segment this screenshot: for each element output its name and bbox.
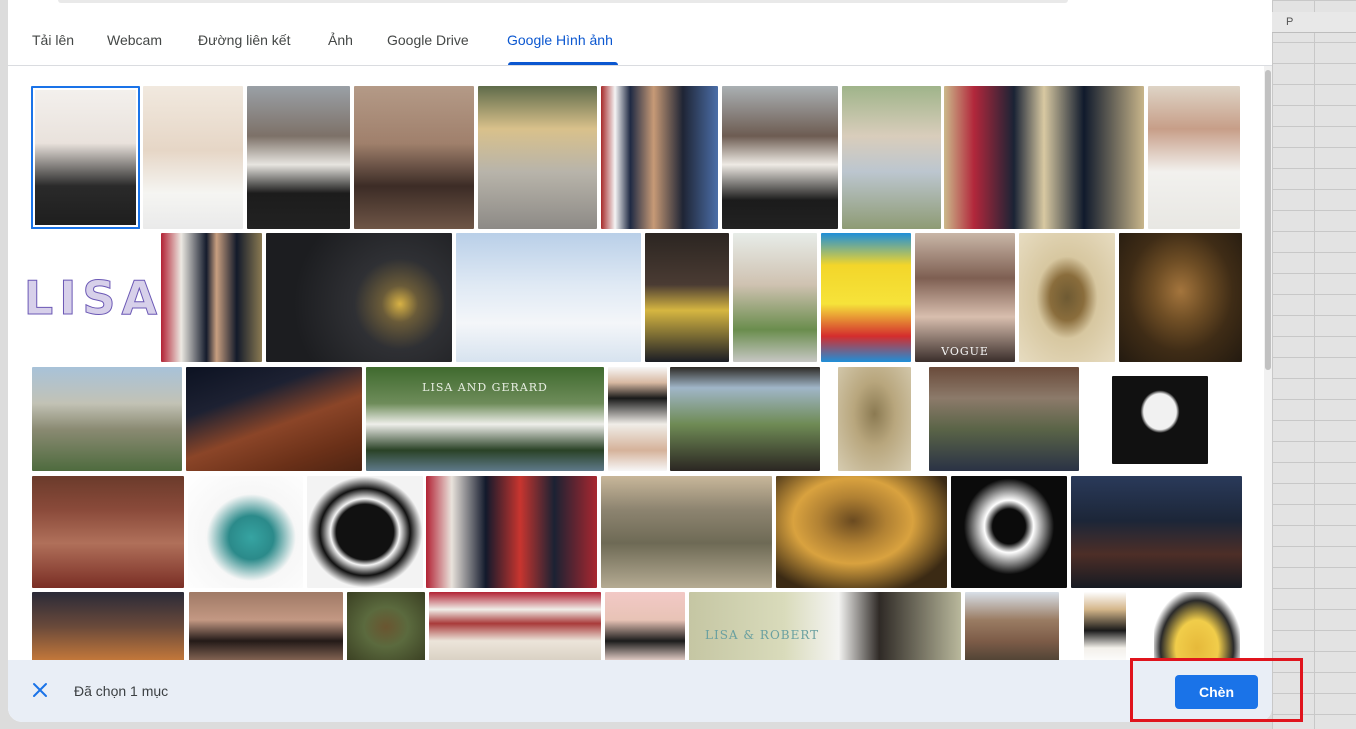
- active-tab-indicator: [508, 62, 618, 65]
- image-result-34[interactable]: [776, 476, 947, 588]
- image-result-15[interactable]: [645, 233, 729, 362]
- image-result-27[interactable]: [929, 367, 1079, 471]
- tab-photos[interactable]: Ảnh: [328, 32, 353, 48]
- column-label-p: P: [1286, 16, 1294, 28]
- image-result-20[interactable]: [1119, 233, 1242, 362]
- image-result-41[interactable]: [605, 592, 685, 660]
- image-result-35[interactable]: [951, 476, 1067, 588]
- image-result-16[interactable]: [733, 233, 817, 362]
- image-result-22[interactable]: [186, 367, 362, 471]
- image-result-13[interactable]: [266, 233, 452, 362]
- image-result-38[interactable]: [189, 592, 343, 660]
- image-result-7[interactable]: [722, 86, 838, 229]
- results-scrollbar-thumb[interactable]: [1265, 70, 1271, 370]
- image-result-30[interactable]: [188, 476, 303, 588]
- tab-google-drive[interactable]: Google Drive: [387, 32, 469, 48]
- image-result-18[interactable]: VOGUE: [915, 233, 1015, 362]
- image-result-43[interactable]: [965, 592, 1059, 660]
- image-result-2[interactable]: [143, 86, 243, 229]
- image-result-10[interactable]: [1148, 86, 1240, 229]
- image-result-24[interactable]: [608, 367, 667, 471]
- image-result-29[interactable]: [32, 476, 184, 588]
- image-result-37[interactable]: [32, 592, 184, 660]
- image-text-lisa: LISA: [23, 270, 164, 325]
- image-result-3[interactable]: [247, 86, 350, 229]
- image-result-17[interactable]: [821, 233, 911, 362]
- annotation-highlight-box: [1130, 658, 1303, 722]
- image-result-5[interactable]: [478, 86, 597, 229]
- image-result-40[interactable]: [429, 592, 601, 660]
- selection-footer: Đã chọn 1 mục Chèn: [8, 660, 1272, 722]
- insert-image-dialog: Tải lên Webcam Đường liên kết Ảnh Google…: [8, 0, 1272, 722]
- image-text-lisa-gerard: LISA AND GERARD: [422, 381, 548, 394]
- image-results-grid: LISA VOGUE LISA AND GERARD LISA & ROBERT: [8, 66, 1272, 660]
- image-text-vogue: VOGUE: [941, 345, 989, 358]
- image-result-19[interactable]: [1019, 233, 1115, 362]
- selected-count-text: Đã chọn 1 mục: [74, 683, 169, 699]
- dialog-top-stub: [58, 0, 1068, 3]
- image-result-39[interactable]: [347, 592, 425, 660]
- image-result-44[interactable]: [1084, 592, 1126, 660]
- tab-bar: Tải lên Webcam Đường liên kết Ảnh Google…: [8, 24, 1272, 66]
- image-result-45[interactable]: [1154, 592, 1240, 660]
- tab-upload[interactable]: Tải lên: [32, 32, 74, 48]
- image-text-lisa-robert: LISA & ROBERT: [705, 628, 820, 642]
- image-result-9[interactable]: [944, 86, 1144, 229]
- spreadsheet-column-header: [1272, 12, 1356, 33]
- image-result-28[interactable]: [1112, 376, 1208, 464]
- close-icon[interactable]: [28, 678, 52, 702]
- tab-by-url[interactable]: Đường liên kết: [198, 32, 290, 48]
- image-result-42[interactable]: LISA & ROBERT: [689, 592, 961, 660]
- image-result-1[interactable]: [31, 86, 140, 229]
- image-result-26[interactable]: [838, 367, 911, 471]
- tab-google-images[interactable]: Google Hình ảnh: [507, 32, 613, 48]
- image-result-12[interactable]: [161, 233, 262, 362]
- image-result-32[interactable]: [426, 476, 597, 588]
- image-result-31[interactable]: [307, 476, 423, 588]
- image-result-11[interactable]: LISA: [23, 233, 158, 362]
- image-result-8[interactable]: [842, 86, 941, 229]
- image-result-21[interactable]: [32, 367, 182, 471]
- spreadsheet-background: [1272, 0, 1356, 729]
- image-result-4[interactable]: [354, 86, 474, 229]
- image-result-33[interactable]: [601, 476, 772, 588]
- tab-webcam[interactable]: Webcam: [107, 32, 162, 48]
- image-result-25[interactable]: [670, 367, 820, 471]
- image-result-14[interactable]: [456, 233, 641, 362]
- image-result-36[interactable]: [1071, 476, 1242, 588]
- image-result-23[interactable]: LISA AND GERARD: [366, 367, 604, 471]
- image-result-6[interactable]: [601, 86, 718, 229]
